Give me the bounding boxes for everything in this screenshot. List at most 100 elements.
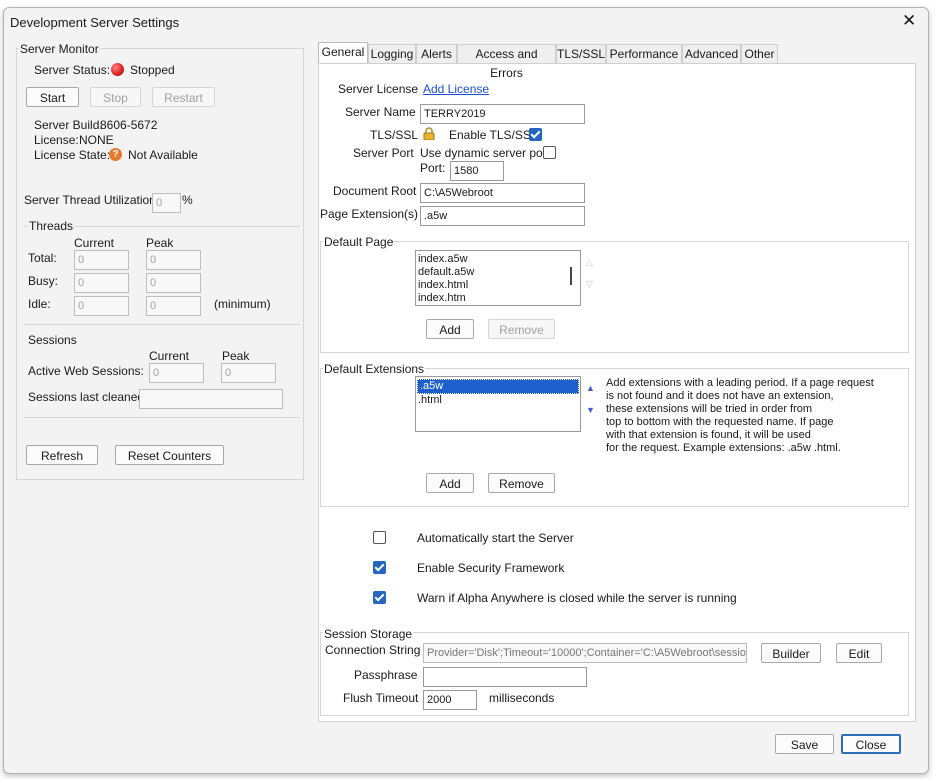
list-item[interactable]: .html bbox=[416, 394, 580, 407]
extensions-help-text: Add extensions with a leading period. If… bbox=[606, 377, 874, 455]
passphrase-field[interactable] bbox=[423, 667, 587, 687]
threads-idle-peak[interactable]: 0 bbox=[146, 296, 201, 316]
sessions-last-cleaned-field[interactable] bbox=[139, 389, 283, 409]
threads-peak-header: Peak bbox=[146, 236, 174, 250]
license-state-label: License State: bbox=[34, 148, 111, 162]
default-extensions-list[interactable]: .a5w .html bbox=[415, 376, 581, 432]
connection-string-label: Connection String bbox=[325, 643, 421, 657]
tls-ssl-label: TLS/SSL bbox=[370, 128, 419, 142]
threads-idle-current[interactable]: 0 bbox=[74, 296, 129, 316]
default-page-add-button[interactable]: Add bbox=[426, 319, 474, 339]
help-line: Add extensions with a leading period. If… bbox=[606, 377, 874, 389]
move-up-icon[interactable]: ▲ bbox=[586, 383, 595, 393]
stop-button[interactable]: Stop bbox=[90, 87, 141, 107]
list-item[interactable]: index.html bbox=[416, 279, 580, 292]
tab-alerts[interactable]: Alerts bbox=[416, 44, 457, 63]
warn-on-close-checkbox[interactable] bbox=[373, 591, 386, 604]
default-extensions-title: Default Extensions bbox=[323, 362, 426, 376]
list-item[interactable]: default.a5w bbox=[416, 266, 580, 279]
add-license-link[interactable]: Add License bbox=[423, 82, 489, 96]
enable-tls-label: Enable TLS/SSL bbox=[449, 128, 538, 142]
close-button[interactable]: Close bbox=[841, 734, 901, 754]
thread-utilization-field[interactable]: 0 bbox=[152, 193, 181, 213]
active-sessions-label: Active Web Sessions: bbox=[28, 364, 144, 378]
move-down-disabled-icon[interactable]: ▽ bbox=[586, 279, 593, 290]
list-item[interactable]: index.htm bbox=[416, 292, 580, 305]
help-icon: ? bbox=[109, 148, 122, 161]
port-field-label: Port: bbox=[420, 161, 446, 175]
threads-busy-current[interactable]: 0 bbox=[74, 273, 129, 293]
connection-string-field[interactable]: Provider='Disk';Timeout='10000';Containe… bbox=[423, 643, 747, 663]
help-line: these extensions will be tried in order … bbox=[606, 403, 813, 415]
dynamic-port-label: Use dynamic server port bbox=[420, 146, 551, 160]
move-up-disabled-icon[interactable]: △ bbox=[586, 257, 593, 268]
page-extension-label: Page Extension(s) bbox=[320, 207, 419, 221]
auto-start-checkbox[interactable] bbox=[373, 531, 386, 544]
server-name-label: Server Name bbox=[345, 105, 416, 119]
help-line: with that extension is found, it will be… bbox=[606, 429, 811, 441]
restart-button[interactable]: Restart bbox=[152, 87, 215, 107]
default-ext-add-button[interactable]: Add bbox=[426, 473, 474, 493]
list-item[interactable]: index.a5w bbox=[416, 253, 580, 266]
sessions-current-header: Current bbox=[149, 349, 190, 363]
tab-tls-ssl[interactable]: TLS/SSL bbox=[556, 44, 606, 63]
sessions-title: Sessions bbox=[28, 333, 77, 347]
security-framework-checkbox[interactable] bbox=[373, 561, 386, 574]
server-port-label: Server Port bbox=[353, 146, 414, 160]
tab-logging[interactable]: Logging bbox=[368, 44, 416, 63]
save-button[interactable]: Save bbox=[775, 734, 834, 754]
threads-idle-label: Idle: bbox=[28, 297, 51, 311]
server-status-label: Server Status: bbox=[34, 63, 111, 77]
default-page-title: Default Page bbox=[323, 235, 395, 249]
default-page-remove-button[interactable]: Remove bbox=[488, 319, 555, 339]
session-storage-title: Session Storage bbox=[323, 627, 414, 641]
document-root-label: Document Root bbox=[333, 184, 417, 198]
move-down-icon[interactable]: ▼ bbox=[586, 405, 595, 415]
window-title: Development Server Settings bbox=[10, 15, 180, 30]
list-item[interactable]: .a5w bbox=[417, 379, 579, 394]
sessions-peak-header: Peak bbox=[222, 349, 250, 363]
lock-icon bbox=[423, 127, 435, 141]
tab-performance[interactable]: Performance bbox=[606, 44, 682, 63]
security-framework-label: Enable Security Framework bbox=[417, 561, 565, 575]
close-icon[interactable]: ✕ bbox=[902, 11, 916, 31]
idle-minimum-note: (minimum) bbox=[214, 297, 271, 311]
default-page-list[interactable]: index.a5w default.a5w index.html index.h… bbox=[415, 250, 581, 306]
default-page-group bbox=[320, 241, 909, 353]
builder-button[interactable]: Builder bbox=[761, 643, 821, 663]
reset-counters-button[interactable]: Reset Counters bbox=[115, 445, 224, 465]
start-button[interactable]: Start bbox=[26, 87, 79, 107]
active-sessions-current[interactable]: 0 bbox=[149, 363, 204, 383]
auto-start-label: Automatically start the Server bbox=[417, 531, 574, 545]
page-extension-field[interactable]: .a5w bbox=[420, 206, 585, 226]
threads-title: Threads bbox=[28, 219, 75, 233]
reset-counters-button-label: Reset Counters bbox=[127, 449, 212, 463]
passphrase-label: Passphrase bbox=[354, 668, 418, 682]
refresh-button[interactable]: Refresh bbox=[26, 445, 98, 465]
warn-on-close-label: Warn if Alpha Anywhere is closed while t… bbox=[417, 591, 737, 605]
threads-busy-peak[interactable]: 0 bbox=[146, 273, 201, 293]
license-label: License: bbox=[34, 133, 79, 147]
document-root-field[interactable]: C:\A5Webroot bbox=[420, 183, 585, 203]
tab-other[interactable]: Other bbox=[741, 44, 778, 63]
threads-total-label: Total: bbox=[28, 251, 57, 265]
tab-access-and-errors[interactable]: Access and Errors bbox=[457, 44, 556, 80]
tab-general[interactable]: General bbox=[318, 42, 368, 63]
list-scrollbar[interactable] bbox=[570, 267, 572, 285]
dynamic-port-checkbox[interactable] bbox=[543, 146, 556, 159]
enable-tls-checkbox[interactable] bbox=[529, 128, 542, 141]
active-sessions-peak[interactable]: 0 bbox=[221, 363, 276, 383]
threads-total-peak[interactable]: 0 bbox=[146, 250, 201, 270]
threads-total-current[interactable]: 0 bbox=[74, 250, 129, 270]
server-build-value: 8606-5672 bbox=[100, 118, 158, 132]
flush-timeout-field[interactable]: 2000 bbox=[423, 690, 477, 710]
server-name-field[interactable]: TERRY2019 bbox=[420, 104, 585, 124]
help-line: for the request. Example extensions: .a5… bbox=[606, 442, 841, 454]
tab-advanced[interactable]: Advanced bbox=[682, 44, 741, 63]
port-field[interactable]: 1580 bbox=[450, 161, 504, 181]
server-build-label: Server Build: bbox=[34, 118, 103, 132]
edit-button[interactable]: Edit bbox=[836, 643, 882, 663]
default-ext-remove-button[interactable]: Remove bbox=[488, 473, 555, 493]
license-state-value: Not Available bbox=[128, 148, 198, 162]
threads-current-header: Current bbox=[74, 236, 115, 250]
